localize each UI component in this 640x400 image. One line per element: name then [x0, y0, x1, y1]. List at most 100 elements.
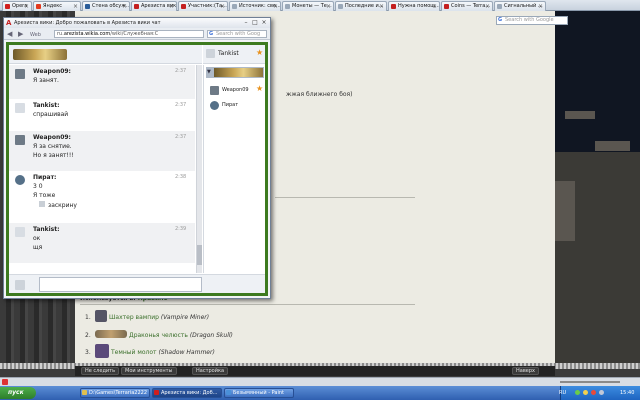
user-list-item[interactable]: Пират [204, 99, 266, 112]
list-item: 1. [85, 314, 91, 321]
browser-tab[interactable]: Участник:(Та... × [178, 1, 228, 11]
list-item-text: Драконья челюсть (Dragon Skull) [129, 332, 233, 339]
message-author[interactable]: Weapon09: [33, 68, 71, 75]
close-icon[interactable]: × [260, 19, 268, 26]
message-author[interactable]: Пират: [33, 174, 56, 181]
tab-favicon-icon [444, 4, 449, 9]
back-arrow-icon[interactable]: ◀ [7, 30, 12, 38]
avatar [15, 135, 25, 145]
message-author[interactable]: Tankist: [33, 102, 60, 109]
message-scrollbar[interactable] [196, 65, 202, 273]
browser-tab[interactable]: Яндекс × [33, 1, 81, 11]
wiki-wordmark-logo [214, 68, 263, 77]
chat-input-row [9, 274, 265, 293]
tab-favicon-icon [5, 4, 10, 9]
browser-tab[interactable]: Opera × [2, 1, 32, 11]
item-link[interactable]: Драконья челюсть [129, 332, 188, 339]
chat-message: Weapon09: 2:37 Я за снятие. Но я занят!!… [9, 131, 195, 171]
tray-icon[interactable] [591, 390, 596, 395]
tab-close-icon[interactable]: × [122, 2, 127, 11]
tab-close-icon[interactable]: × [169, 2, 174, 11]
unfollow-button[interactable]: Не следить [81, 367, 120, 375]
window-title: Арезиста вики: Добро пожаловать в Арезис… [14, 20, 161, 26]
terrain-block [555, 181, 575, 241]
message-time: 2:37 [175, 134, 187, 140]
chat-frame: Tankist ★ Weapon09: 2:37 Я занят. Tankis… [6, 42, 268, 296]
browser-tab[interactable]: Монеты — Те... × [282, 1, 334, 11]
game-background-right [555, 11, 640, 364]
browser-tab[interactable]: Последние и... × [335, 1, 387, 11]
message-time: 2:37 [175, 102, 187, 108]
avatar [15, 175, 25, 185]
browser-search-input[interactable]: G Search with Google [496, 16, 568, 25]
zoom-slider[interactable] [560, 381, 620, 383]
chat-titlebar: A Арезиста вики: Добро пожаловать в Арез… [4, 18, 270, 28]
room-header[interactable]: ▼ [206, 67, 264, 78]
start-button[interactable]: пуск [0, 387, 36, 399]
item-link[interactable]: Темный молот [111, 349, 157, 356]
terrain-block [595, 141, 630, 151]
chat-message-input[interactable] [39, 277, 202, 292]
browser-tab[interactable]: Coins — Terra... × [441, 1, 493, 11]
tab-favicon-icon [134, 4, 139, 9]
volume-icon[interactable] [599, 390, 604, 395]
tab-close-icon[interactable]: × [538, 2, 543, 11]
avatar [15, 227, 25, 237]
tab-close-icon[interactable]: × [379, 2, 384, 11]
wikia-logo-icon: A [6, 19, 12, 27]
message-text: заскрину [39, 201, 77, 209]
chat-message: Tankist: 2:39 ок щя [9, 223, 195, 263]
chat-message: Weapon09: 2:37 Я занят. [9, 65, 195, 99]
tray-icon[interactable] [575, 390, 580, 395]
avatar [15, 280, 25, 290]
message-text: Я за снятие. [33, 143, 72, 150]
tab-close-icon[interactable]: × [485, 2, 490, 11]
list-item-text: Шахтер вампир (Vampire Miner) [109, 314, 210, 321]
message-text: 3 0 [33, 183, 43, 190]
scrollbar-thumb[interactable] [197, 245, 202, 265]
wiki-wordmark-logo[interactable] [13, 49, 67, 60]
browser-tab[interactable]: Нужна помощ... × [388, 1, 440, 11]
tray-icon[interactable] [583, 390, 588, 395]
tab-close-icon[interactable]: × [273, 2, 278, 11]
forward-arrow-icon[interactable]: ▶ [18, 30, 23, 38]
collapse-arrow-icon[interactable]: ▼ [207, 69, 211, 75]
message-author[interactable]: Tankist: [33, 226, 60, 233]
address-field[interactable]: ru.arezista.wikia.com/wiki/Служебная:C [54, 30, 204, 38]
message-text: щя [33, 244, 43, 251]
tab-close-icon[interactable]: × [24, 2, 29, 11]
clock: 15:40 [620, 390, 635, 396]
inline-avatar-icon [39, 201, 45, 207]
minimize-icon[interactable]: – [242, 19, 250, 26]
message-time: 2:39 [175, 226, 187, 232]
item-link[interactable]: Шахтер вампир [109, 314, 159, 321]
customize-button[interactable]: Настройка [192, 367, 229, 375]
search-input[interactable]: G Search with Goog [207, 30, 267, 38]
self-username[interactable]: Tankist [218, 50, 239, 57]
user-list: ▼ ★ Weapon09 Пират [203, 65, 265, 273]
tab-close-icon[interactable]: × [220, 2, 225, 11]
back-to-top-button[interactable]: Наверх [512, 367, 539, 375]
tab-close-icon[interactable]: × [73, 2, 78, 11]
terrain-block [565, 111, 595, 119]
browser-tab[interactable]: Арезиста вики...× [131, 1, 177, 11]
folder-icon [82, 390, 87, 395]
browser-tab[interactable]: Сигнальный ... × [494, 1, 546, 11]
maximize-icon[interactable]: □ [251, 19, 259, 26]
browser-tab[interactable]: Стена обсуж... × [82, 1, 130, 11]
taskbar-button-folder[interactable]: D:\Games\Terraria2222 [80, 388, 150, 398]
tab-favicon-icon [285, 4, 290, 9]
taskbar-button-paint[interactable]: Безымянный - Paint [224, 388, 294, 398]
tab-close-icon[interactable]: × [432, 2, 437, 11]
my-tools-button[interactable]: Мои инструменты [121, 367, 177, 375]
browser-status-bar [0, 377, 640, 386]
language-indicator[interactable]: RU [559, 390, 566, 396]
chat-navigation-bar: ◀ ▶ Web ru.arezista.wikia.com/wiki/Служе… [4, 28, 270, 40]
message-author[interactable]: Weapon09: [33, 134, 71, 141]
taskbar-button-browser[interactable]: Арезиста вики: Доб... [152, 388, 222, 398]
list-item-text: Темный молот (Shadow Hammer) [111, 349, 215, 356]
tab-close-icon[interactable]: × [326, 2, 331, 11]
browser-tab[interactable]: Источник: све... × [229, 1, 281, 11]
user-list-item[interactable]: Weapon09 [204, 84, 266, 97]
user-name: Weapon09 [222, 87, 249, 93]
